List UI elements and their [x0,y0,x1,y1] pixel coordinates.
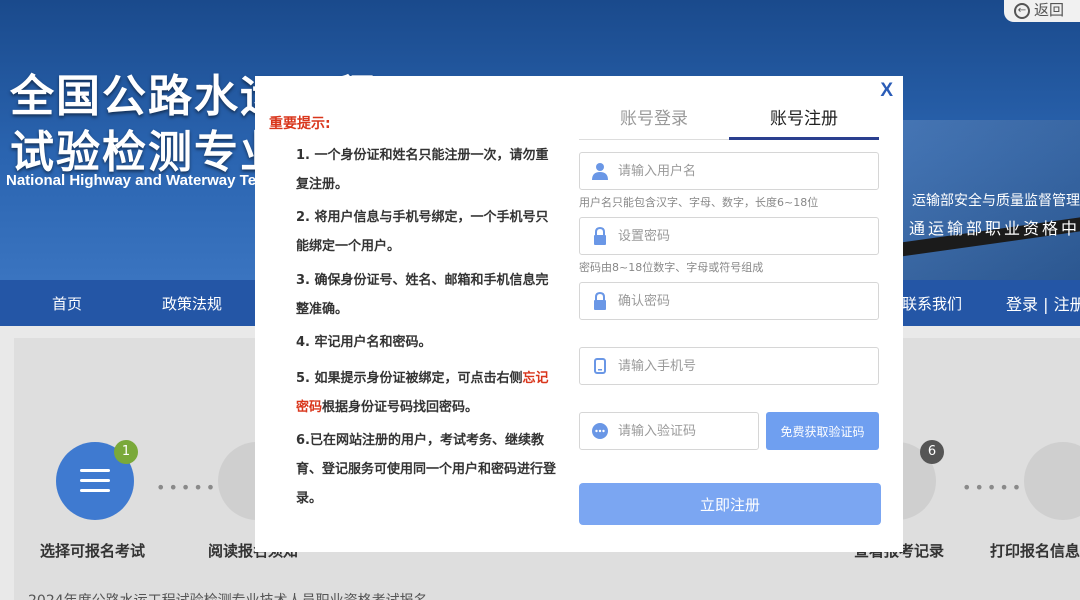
banner-org-line2: 通运输部职业资格中 [908,219,1080,238]
tip-5: 5. 如果提示身份证被绑定，可点击右侧忘记密码根据身份证号码找回密码。 [296,364,558,422]
login-register-link[interactable]: 登录 | 注册 [1006,291,1080,315]
lock-icon [594,292,606,310]
tip-6: 6.已在网站注册的用户，考试考务、继续教育、登记服务可使用同一个用户和密码进行登… [296,433,557,506]
step-1-badge: 1 [114,440,138,464]
tip-2: 2. 将用户信息与手机号绑定，一个手机号只能绑定一个用户。 [296,210,549,254]
nav-policy[interactable]: 政策法规 [162,293,222,314]
tip-3: 3. 确保身份证号、姓名、邮箱和手机信息完整准确。 [296,273,549,317]
site-title-en: National Highway and Waterway Te [6,172,257,189]
register-modal: X 重要提示: 1. 一个身份证和姓名只能注册一次，请勿重复注册。 2. 将用户… [255,76,903,552]
phone-icon [594,358,606,374]
site-subtitle: 试验检测专业 [10,127,286,178]
password-field [579,217,879,255]
tab-login[interactable]: 账号登录 [579,104,729,134]
confirm-password-field [579,282,879,320]
user-icon [592,163,608,180]
tips-title: 重要提示: [269,116,331,132]
step-label-1: 选择可报名考试 [40,542,146,560]
tab-active-indicator [729,137,879,140]
footer-text: 2024年度公路水运工程试验检测专业技术人员职业资格考试报名 [28,590,428,600]
chat-icon [592,423,608,439]
list-icon [80,469,110,493]
username-input[interactable] [618,153,873,189]
phone-field [579,347,879,385]
back-label: 返回 [1034,1,1065,19]
get-code-button[interactable]: 免费获取验证码 [766,412,879,450]
phone-input[interactable] [618,348,873,384]
username-hint: 用户名只能包含汉字、字母、数字，长度6~18位 [579,196,819,209]
tip-4: 4. 牢记用户名和密码。 [296,335,432,350]
tip-5-text: 5. 如果提示身份证被绑定，可点击右侧 [296,371,523,386]
password-input[interactable] [618,218,873,254]
step-connector: ••••• [156,478,219,497]
banner-org-line1: 运输部安全与质量监督管理 [912,193,1080,209]
close-icon[interactable]: X [880,80,893,102]
username-field [579,152,879,190]
tab-register[interactable]: 账号注册 [729,104,879,134]
confirm-password-input[interactable] [618,283,873,319]
tip-1: 1. 一个身份证和姓名只能注册一次，请勿重复注册。 [296,148,549,192]
nav-home[interactable]: 首页 [52,293,82,314]
nav-contact[interactable]: 联系我们 [902,293,962,314]
code-input[interactable] [618,413,754,449]
code-field [579,412,759,450]
auth-tabs: 账号登录 账号注册 [579,104,879,140]
back-button[interactable]: ← 返回 [1004,0,1080,22]
lock-icon [594,227,606,245]
step-label-7: 打印报名信息 [990,542,1080,560]
tip-5-text-end: 根据身份证号码找回密码。 [322,400,479,415]
step-connector: ••••• [962,478,1025,497]
register-submit-button[interactable]: 立即注册 [579,483,881,525]
back-arrow-icon: ← [1014,2,1030,19]
password-hint: 密码由8~18位数字、字母或符号组成 [579,261,764,274]
step-6-badge: 6 [920,440,944,464]
